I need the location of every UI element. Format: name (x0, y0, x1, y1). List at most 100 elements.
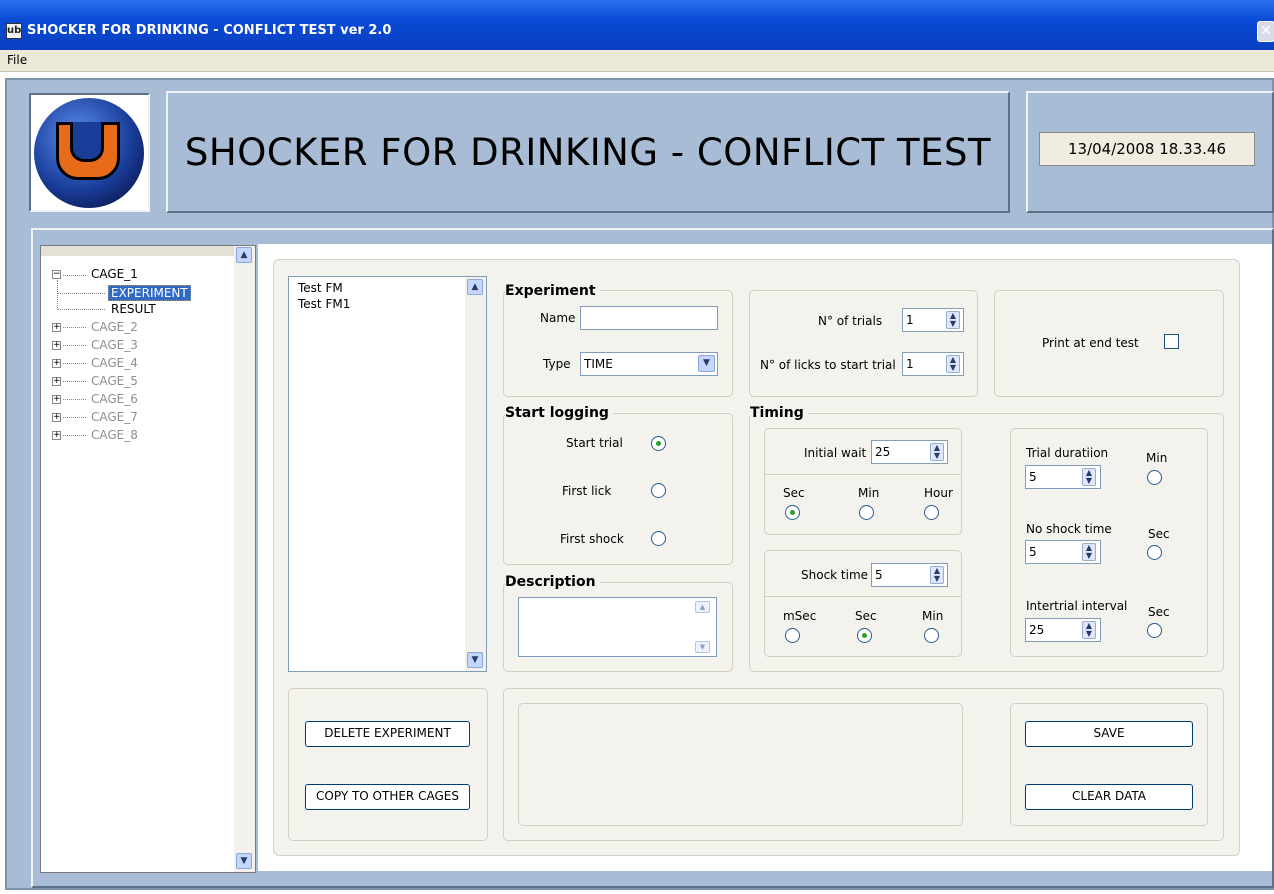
tree-item-experiment[interactable]: EXPERIMENT (108, 285, 191, 301)
initial-hour-radio[interactable] (924, 505, 939, 520)
cage-tree[interactable]: ▲ ▼ − CAGE_1 EXPERIMENT RESULT + CAGE_2 … (40, 245, 256, 873)
scroll-up-icon[interactable]: ▲ (695, 601, 710, 613)
intertrial-value: 25 (1029, 623, 1045, 637)
tree-connector (57, 309, 105, 310)
shock-sec-radio[interactable] (857, 628, 872, 643)
expand-icon[interactable]: + (52, 431, 61, 440)
stepper-icon[interactable]: ▲ ▼ (1082, 621, 1096, 639)
intertrial-label: Intertrial interval (1026, 599, 1128, 613)
shock-time-label: Shock time (801, 568, 869, 582)
stepper-icon[interactable]: ▲ ▼ (946, 311, 960, 329)
no-shock-radio[interactable] (1147, 545, 1162, 560)
divider (764, 596, 962, 597)
scroll-down-icon[interactable]: ▼ (236, 853, 252, 869)
collapse-icon[interactable]: − (52, 270, 61, 279)
expand-icon[interactable]: + (52, 341, 61, 350)
stepper-icon[interactable]: ▲ ▼ (946, 355, 960, 373)
app-icon[interactable]: ub (6, 23, 22, 39)
licks-stepper[interactable]: 1 ▲ ▼ (902, 352, 964, 376)
tree-item-cage-2[interactable]: CAGE_2 (91, 320, 138, 334)
trial-duration-label: Trial duratiion (1026, 446, 1109, 460)
tree-connector (63, 363, 86, 364)
list-item[interactable]: Test FM (298, 281, 343, 295)
copy-to-other-cages-button[interactable]: COPY TO OTHER CAGES (305, 784, 470, 810)
heading-frame: SHOCKER FOR DRINKING - CONFLICT TEST (166, 91, 1010, 213)
initial-min-radio[interactable] (859, 505, 874, 520)
tree-connector (63, 435, 86, 436)
start-logging-title: Start logging (505, 405, 613, 421)
stepper-icon[interactable]: ▲ ▼ (1082, 543, 1096, 561)
delete-experiment-button[interactable]: DELETE EXPERIMENT (305, 721, 470, 747)
trials-stepper[interactable]: 1 ▲ ▼ (902, 308, 964, 332)
description-title: Description (505, 574, 600, 590)
tree-item-cage-8[interactable]: CAGE_8 (91, 428, 138, 442)
first-shock-radio[interactable] (651, 531, 666, 546)
licks-label: N° of licks to start trial (760, 358, 896, 372)
trial-duration-radio[interactable] (1147, 470, 1162, 485)
scroll-up-icon[interactable]: ▲ (236, 247, 252, 263)
stepper-icon[interactable]: ▲ ▼ (930, 566, 944, 584)
tree-item-cage-5[interactable]: CAGE_5 (91, 374, 138, 388)
scroll-up-icon[interactable]: ▲ (467, 279, 483, 295)
tree-item-cage-7[interactable]: CAGE_7 (91, 410, 138, 424)
tree-item-cage-6[interactable]: CAGE_6 (91, 392, 138, 406)
tree-connector (63, 327, 86, 328)
unit-label: Min (858, 486, 880, 500)
unit-label: Hour (924, 486, 953, 500)
trial-duration-value: 5 (1029, 470, 1037, 484)
clear-data-button[interactable]: CLEAR DATA (1025, 784, 1193, 810)
intertrial-radio[interactable] (1147, 623, 1162, 638)
list-scrollbar[interactable]: ▲ ▼ (465, 277, 486, 671)
list-item[interactable]: Test FM1 (298, 297, 350, 311)
tree-item-cage-3[interactable]: CAGE_3 (91, 338, 138, 352)
expand-icon[interactable]: + (52, 413, 61, 422)
chevron-down-icon[interactable]: ▼ (698, 355, 715, 372)
no-shock-label: No shock time (1026, 522, 1112, 536)
shock-min-radio[interactable] (924, 628, 939, 643)
type-select[interactable]: TIME ▼ (580, 352, 718, 376)
status-area (518, 703, 963, 826)
tree-item-cage-1[interactable]: CAGE_1 (91, 267, 138, 281)
logo-inner-shape (70, 122, 104, 162)
experiment-list[interactable]: Test FM Test FM1 ▲ ▼ (288, 276, 487, 672)
menu-file[interactable]: File (7, 53, 27, 67)
expand-icon[interactable]: + (52, 359, 61, 368)
scroll-down-icon[interactable]: ▼ (467, 652, 483, 668)
timing-title: Timing (750, 405, 808, 421)
scroll-down-icon[interactable]: ▼ (695, 641, 710, 653)
first-lick-radio[interactable] (651, 483, 666, 498)
name-input[interactable] (580, 306, 718, 330)
tree-connector (57, 280, 58, 310)
trial-duration-stepper[interactable]: 5 ▲ ▼ (1025, 465, 1101, 489)
print-checkbox[interactable] (1164, 334, 1179, 349)
name-label: Name (540, 311, 576, 325)
shock-time-value: 5 (875, 568, 883, 582)
stepper-icon[interactable]: ▲ ▼ (1082, 468, 1096, 486)
close-icon[interactable]: ✕ (1257, 21, 1274, 42)
ub-logo (34, 98, 144, 208)
expand-icon[interactable]: + (52, 323, 61, 332)
unit-label: Min (922, 609, 944, 623)
option-label: First lick (562, 484, 612, 498)
expand-icon[interactable]: + (52, 377, 61, 386)
stepper-icon[interactable]: ▲ ▼ (930, 443, 944, 461)
trial-duration-unit: Min (1146, 451, 1168, 465)
intertrial-stepper[interactable]: 25 ▲ ▼ (1025, 618, 1101, 642)
initial-sec-radio[interactable] (785, 505, 800, 520)
initial-wait-stepper[interactable]: 25 ▲ ▼ (871, 440, 948, 464)
tree-scrollbar[interactable]: ▲ ▼ (234, 246, 255, 872)
actions-group (288, 688, 488, 841)
intertrial-unit: Sec (1148, 605, 1170, 619)
shock-time-stepper[interactable]: 5 ▲ ▼ (871, 563, 948, 587)
shock-msec-radio[interactable] (785, 628, 800, 643)
description-textarea[interactable]: ▲ ▼ (518, 597, 717, 657)
tree-item-result[interactable]: RESULT (111, 302, 156, 316)
no-shock-stepper[interactable]: 5 ▲ ▼ (1025, 540, 1101, 564)
save-button[interactable]: SAVE (1025, 721, 1193, 747)
type-value: TIME (584, 357, 613, 371)
start-trial-radio[interactable] (651, 436, 666, 451)
expand-icon[interactable]: + (52, 395, 61, 404)
initial-wait-label: Initial wait (804, 446, 867, 460)
no-shock-unit: Sec (1148, 527, 1170, 541)
tree-item-cage-4[interactable]: CAGE_4 (91, 356, 138, 370)
